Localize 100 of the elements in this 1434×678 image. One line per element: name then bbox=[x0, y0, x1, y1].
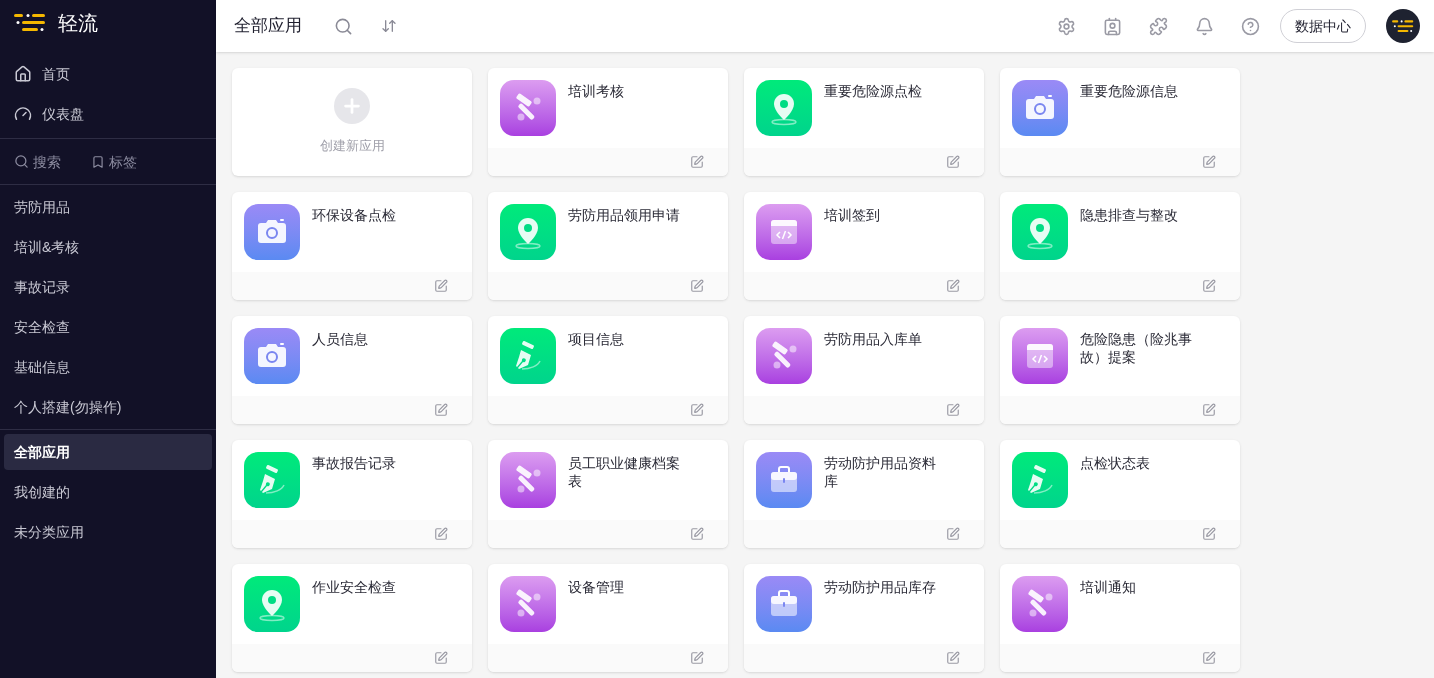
gauge-icon bbox=[14, 105, 32, 123]
edit-icon[interactable] bbox=[1202, 155, 1216, 169]
logo-icon bbox=[1392, 18, 1414, 34]
sidebar-item[interactable]: 基础信息 bbox=[4, 349, 212, 385]
app-title: 员工职业健康档案表 bbox=[568, 454, 681, 490]
edit-icon[interactable] bbox=[690, 279, 704, 293]
app-card[interactable]: 作业安全检查 bbox=[232, 564, 472, 672]
app-card[interactable]: 环保设备点检 bbox=[232, 192, 472, 300]
edit-icon[interactable] bbox=[946, 279, 960, 293]
help-icon[interactable] bbox=[1241, 16, 1260, 36]
settings-icon[interactable] bbox=[1057, 16, 1076, 36]
edit-icon[interactable] bbox=[690, 155, 704, 169]
app-title: 培训考核 bbox=[568, 82, 625, 100]
app-card[interactable]: 危险隐患（险兆事故）提案 bbox=[1000, 316, 1240, 424]
app-title: 隐患排查与整改 bbox=[1080, 206, 1179, 224]
app-title: 设备管理 bbox=[568, 578, 625, 596]
location-pin-icon bbox=[756, 80, 812, 136]
app-card[interactable]: 劳动防护用品资料库 bbox=[744, 440, 984, 548]
edit-icon[interactable] bbox=[690, 651, 704, 665]
camera-icon bbox=[1012, 80, 1068, 136]
sidebar-item[interactable]: 培训&考核 bbox=[4, 229, 212, 265]
app-card[interactable]: 员工职业健康档案表 bbox=[488, 440, 728, 548]
sidebar-tool[interactable]: 搜索 bbox=[14, 151, 61, 172]
app-title: 作业安全检查 bbox=[312, 578, 397, 596]
sidebar-item[interactable]: 个人搭建(勿操作) bbox=[4, 389, 212, 425]
edit-icon[interactable] bbox=[1202, 279, 1216, 293]
sidebar-item[interactable]: 劳防用品 bbox=[4, 189, 212, 225]
app-title: 劳动防护用品库存 bbox=[824, 578, 937, 596]
edit-icon[interactable] bbox=[690, 527, 704, 541]
app-title: 培训通知 bbox=[1080, 578, 1137, 596]
app-card[interactable]: 劳防用品领用申请 bbox=[488, 192, 728, 300]
puzzle-icon[interactable] bbox=[1149, 16, 1168, 36]
app-title: 人员信息 bbox=[312, 330, 369, 348]
avatar[interactable] bbox=[1386, 9, 1420, 43]
sidebar-item[interactable]: 未分类应用 bbox=[4, 514, 212, 550]
sidebar-tool[interactable]: 标签 bbox=[91, 151, 137, 172]
app-title: 环保设备点检 bbox=[312, 206, 397, 224]
edit-icon[interactable] bbox=[434, 403, 448, 417]
fountain-pen-icon bbox=[500, 328, 556, 384]
app-card[interactable]: 事故报告记录 bbox=[232, 440, 472, 548]
edit-icon[interactable] bbox=[434, 279, 448, 293]
data-center-button[interactable]: 数据中心 bbox=[1280, 9, 1366, 43]
nav-label: 仪表盘 bbox=[42, 105, 84, 124]
create-app-label: 创建新应用 bbox=[319, 137, 385, 156]
app-title: 重要危险源点检 bbox=[824, 82, 923, 100]
location-pin-icon bbox=[244, 576, 300, 632]
app-card[interactable]: 人员信息 bbox=[232, 316, 472, 424]
app-title: 培训签到 bbox=[824, 206, 881, 224]
app-card[interactable]: 项目信息 bbox=[488, 316, 728, 424]
app-title: 劳防用品领用申请 bbox=[568, 206, 681, 224]
contact-book-icon[interactable] bbox=[1103, 16, 1122, 36]
app-card[interactable]: 设备管理 bbox=[488, 564, 728, 672]
nav-item[interactable]: 仪表盘 bbox=[0, 94, 216, 134]
tool-label: 搜索 bbox=[33, 152, 61, 172]
sort-icon[interactable] bbox=[381, 18, 397, 34]
location-pin-icon bbox=[1012, 204, 1068, 260]
camera-icon bbox=[244, 328, 300, 384]
app-card[interactable]: 点检状态表 bbox=[1000, 440, 1240, 548]
tool-label: 标签 bbox=[109, 152, 137, 172]
edit-icon[interactable] bbox=[946, 403, 960, 417]
edit-icon[interactable] bbox=[690, 403, 704, 417]
toolbox-icon bbox=[756, 452, 812, 508]
app-title: 点检状态表 bbox=[1080, 454, 1151, 472]
nav-item[interactable]: 首页 bbox=[0, 54, 216, 94]
sidebar-item[interactable]: 事故记录 bbox=[4, 269, 212, 305]
fountain-pen-icon bbox=[1012, 452, 1068, 508]
sidebar-item[interactable]: 全部应用 bbox=[4, 434, 212, 470]
app-card[interactable]: 培训签到 bbox=[744, 192, 984, 300]
fountain-pen-icon bbox=[244, 452, 300, 508]
edit-icon[interactable] bbox=[1202, 527, 1216, 541]
nav-label: 首页 bbox=[42, 65, 70, 84]
app-title: 劳动防护用品资料库 bbox=[824, 454, 937, 490]
bookmark-icon bbox=[91, 154, 105, 169]
app-card[interactable]: 重要危险源点检 bbox=[744, 68, 984, 176]
code-window-icon bbox=[1012, 328, 1068, 384]
page-title: 全部应用 bbox=[234, 15, 302, 38]
sidebar-item[interactable]: 安全检查 bbox=[4, 309, 212, 345]
edit-icon[interactable] bbox=[1202, 403, 1216, 417]
app-card[interactable]: 培训通知 bbox=[1000, 564, 1240, 672]
app-card[interactable]: 隐患排查与整改 bbox=[1000, 192, 1240, 300]
search-icon bbox=[14, 154, 29, 169]
app-card[interactable]: 劳防用品入库单 bbox=[744, 316, 984, 424]
app-card[interactable]: 培训考核 bbox=[488, 68, 728, 176]
app-card[interactable]: 劳动防护用品库存 bbox=[744, 564, 984, 672]
home-icon bbox=[14, 65, 32, 83]
edit-icon[interactable] bbox=[1202, 651, 1216, 665]
sidebar-item[interactable]: 我创建的 bbox=[4, 474, 212, 510]
edit-icon[interactable] bbox=[946, 527, 960, 541]
search-icon[interactable] bbox=[334, 16, 353, 36]
edit-icon[interactable] bbox=[434, 651, 448, 665]
plus-icon bbox=[334, 88, 370, 125]
app-title: 危险隐患（险兆事故）提案 bbox=[1080, 330, 1193, 366]
app-title: 劳防用品入库单 bbox=[824, 330, 923, 348]
logo-icon bbox=[14, 12, 46, 34]
app-card[interactable]: 重要危险源信息 bbox=[1000, 68, 1240, 176]
brand-name: 轻流 bbox=[58, 11, 98, 36]
edit-icon[interactable] bbox=[434, 527, 448, 541]
edit-icon[interactable] bbox=[946, 155, 960, 169]
edit-icon[interactable] bbox=[946, 651, 960, 665]
bell-icon[interactable] bbox=[1195, 16, 1214, 36]
